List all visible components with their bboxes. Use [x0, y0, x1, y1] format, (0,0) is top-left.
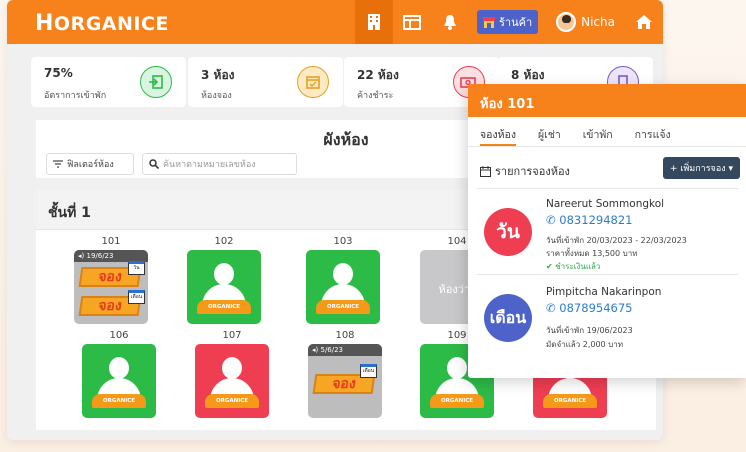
shop-label: ร้านค้า	[498, 16, 533, 29]
add-booking-button[interactable]: + เพิ่มการจอง ▾	[662, 157, 740, 179]
room-number: 108	[335, 330, 355, 341]
stat-label: อัตราการเข้าพัก	[44, 91, 107, 101]
room-number: 107	[222, 330, 242, 341]
stat-value: 3 ห้อง	[201, 68, 235, 82]
top-navbar: HORGANICE ร้านค้า Nicha	[7, 0, 663, 44]
booking-date: ◂) 5/6/23	[308, 344, 382, 356]
booking-dates: วันที่เข้าพัก 20/03/2023 - 22/03/2023	[546, 236, 687, 245]
room-tile[interactable]: ORGANICE	[195, 344, 269, 418]
tenant-icon	[222, 357, 242, 379]
booking-list-title: รายการจองห้อง	[495, 165, 570, 178]
tenant-badge: ORGANICE	[316, 300, 370, 314]
calendar-icon	[480, 165, 491, 177]
booking-list-heading: รายการจองห้อง	[480, 162, 570, 180]
booking-item[interactable]: วัน Nareerut Sommongkol ✆ 0831294821 วัน…	[480, 192, 740, 274]
tab-tenant[interactable]: ผู้เช่า	[538, 117, 561, 146]
stat-label: ค้างชำระ	[357, 91, 394, 101]
user-name: Nicha	[581, 15, 615, 29]
booking-item[interactable]: เดือน Pimpitcha Nakarinpon ✆ 0878954675 …	[480, 278, 740, 358]
stat-label: ห้องจอง	[201, 91, 232, 101]
room-107[interactable]: 107 ORGANICE	[195, 330, 269, 418]
tenant-badge: ORGANICE	[543, 394, 597, 408]
tenant-badge: ORGANICE	[197, 300, 251, 314]
tab-notifications[interactable]: การแจ้ง	[635, 117, 671, 146]
room-number: 101	[101, 236, 121, 247]
room-103[interactable]: 103 ORGANICE	[306, 236, 380, 324]
room-detail-panel: ห้อง 101 จองห้อง ผู้เช่า เข้าพัก การแจ้ง…	[468, 84, 746, 378]
stat-occupancy: 75% อัตราการเข้าพัก	[31, 57, 186, 107]
divider	[476, 188, 738, 189]
stat-value: 75%	[44, 66, 73, 80]
building-icon[interactable]	[354, 0, 393, 44]
booking-dates: วันที่เข้าพัก 19/06/2023	[546, 326, 633, 335]
tenant-icon	[109, 357, 129, 379]
booking-name: Nareerut Sommongkol	[546, 198, 665, 210]
room-number: 103	[333, 236, 353, 247]
app-logo[interactable]: HORGANICE	[35, 11, 169, 36]
tenant-badge: ORGANICE	[92, 394, 146, 408]
booking-phone[interactable]: ✆ 0831294821	[546, 213, 632, 227]
search-input[interactable]: ค้นหาตามหมายเลขห้อง	[142, 153, 297, 175]
divider	[476, 274, 738, 275]
room-number: 102	[214, 236, 234, 247]
filter-label: ฟิลเตอร์ห้อง	[67, 160, 114, 170]
bell-icon[interactable]	[431, 0, 469, 44]
filter-button[interactable]: ฟิลเตอร์ห้อง	[46, 153, 134, 175]
search-placeholder: ค้นหาตามหมายเลขห้อง	[163, 160, 256, 170]
calendar-month-icon: เดือน	[128, 290, 145, 304]
tenant-badge: ORGANICE	[430, 394, 484, 408]
room-108[interactable]: 108 ◂) 5/6/23 จอง เดือน	[308, 330, 382, 418]
home-icon[interactable]	[625, 0, 663, 44]
tenant-icon	[447, 357, 467, 379]
table-icon[interactable]	[393, 0, 431, 44]
room-102[interactable]: 102 ORGANICE	[187, 236, 261, 324]
room-tile[interactable]: ORGANICE	[82, 344, 156, 418]
stat-reservations: 3 ห้อง ห้องจอง	[188, 57, 343, 107]
user-menu[interactable]: Nicha	[556, 12, 615, 32]
room-106[interactable]: 106 ORGANICE	[82, 330, 156, 418]
room-tile[interactable]: ◂) 5/6/23 จอง เดือน	[308, 344, 382, 418]
booking-type-badge: เดือน	[484, 294, 532, 342]
tab-booking[interactable]: จองห้อง	[480, 117, 516, 146]
search-icon	[149, 159, 159, 169]
room-tile[interactable]: ORGANICE	[187, 250, 261, 324]
room-tile[interactable]: ◂) 19/6/23 จอง วัน จอง เดือน	[74, 250, 148, 324]
tab-checkin[interactable]: เข้าพัก	[583, 117, 613, 146]
store-icon	[482, 16, 495, 28]
panel-tabs: จองห้อง ผู้เช่า เข้าพัก การแจ้ง	[468, 117, 746, 147]
booking-price: ราคาทั้งหมด 13,500 บาท	[546, 249, 638, 258]
room-number: 106	[109, 330, 129, 341]
tenant-badge: ORGANICE	[205, 394, 259, 408]
payment-status: ✔ ชำระเงินแล้ว	[546, 262, 601, 271]
add-booking-label: + เพิ่มการจอง ▾	[669, 164, 733, 174]
room-101[interactable]: 101 ◂) 19/6/23 จอง วัน จอง เดือน	[74, 236, 148, 324]
door-enter-icon	[140, 66, 172, 98]
booking-deposit: มัดจำแล้ว 2,000 บาท	[546, 340, 624, 349]
filter-icon	[53, 160, 63, 168]
panel-title: ห้อง 101	[468, 84, 746, 117]
calendar-month-icon: เดือน	[360, 364, 377, 378]
tenant-icon	[333, 263, 353, 285]
booking-name: Pimpitcha Nakarinpon	[546, 286, 662, 298]
shop-button[interactable]: ร้านค้า	[476, 10, 539, 34]
booking-type-badge: วัน	[484, 208, 532, 256]
room-tile[interactable]: ORGANICE	[306, 250, 380, 324]
stat-value: 22 ห้อง	[357, 68, 399, 82]
avatar	[556, 12, 577, 32]
calendar-check-icon	[297, 66, 329, 98]
tenant-icon	[214, 263, 234, 285]
stat-value: 8 ห้อง	[511, 68, 545, 82]
booking-phone[interactable]: ✆ 0878954675	[546, 301, 632, 315]
calendar-day-icon: วัน	[128, 261, 145, 275]
